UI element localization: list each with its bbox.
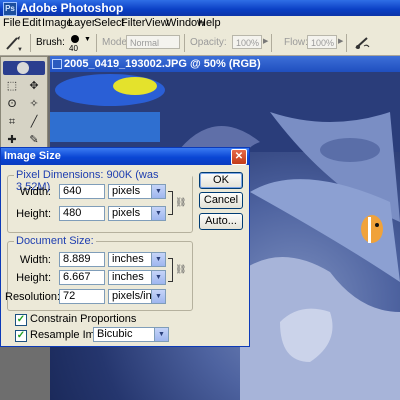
dialog-title-bar: Image Size ✕ — [1, 148, 249, 165]
doc-link-bracket — [168, 258, 173, 282]
doc-width-input[interactable]: 8.889 — [59, 252, 105, 267]
resample-image-checkbox[interactable]: ✓ — [15, 330, 27, 342]
menu-layer[interactable]: Layer — [68, 17, 96, 29]
doc-width-unit-value: inches — [112, 253, 144, 265]
menu-filter[interactable]: Filter — [121, 17, 145, 29]
doc-height-unit-value: inches — [112, 271, 144, 283]
doc-height-unit-select[interactable]: inches ▼ — [108, 270, 166, 285]
pixel-height-unit-select[interactable]: pixels ▼ — [108, 206, 166, 221]
resolution-input[interactable]: 72 — [59, 289, 105, 304]
menu-file[interactable]: File — [3, 17, 21, 29]
magic-wand-tool-icon[interactable]: ✧ — [27, 97, 41, 111]
pixel-width-unit-select[interactable]: pixels ▼ — [108, 184, 166, 199]
photoshop-app-icon: Ps — [3, 2, 17, 16]
chevron-down-icon: ▼ — [154, 328, 168, 341]
constrain-proportions-label: Constrain Proportions — [30, 313, 137, 325]
brush-size: 40 — [69, 44, 78, 53]
chevron-down-icon: ▼ — [151, 253, 165, 266]
image-size-dialog: Image Size ✕ Pixel Dimensions: 900K (was… — [0, 147, 250, 347]
menu-help[interactable]: Help — [198, 17, 221, 29]
close-button[interactable]: ✕ — [231, 149, 247, 165]
chevron-right-icon[interactable]: ▶ — [338, 37, 343, 45]
lasso-tool-icon[interactable]: ʘ — [5, 97, 19, 111]
ok-button[interactable]: OK — [199, 172, 243, 189]
toolbox-header — [3, 61, 45, 75]
document-title: 2005_0419_193002.JPG @ 50% (RGB) — [64, 58, 261, 70]
constrain-proportions-checkbox[interactable]: ✓ — [15, 314, 27, 326]
photoshop-eye-logo — [17, 62, 29, 74]
pixel-width-unit-value: pixels — [112, 185, 141, 197]
slice-tool-icon[interactable]: ╱ — [27, 115, 41, 129]
document-icon — [52, 59, 62, 69]
svg-text:▼: ▼ — [17, 47, 23, 52]
pixel-height-label: Height: — [16, 208, 51, 220]
options-separator — [271, 34, 272, 52]
pixel-link-bracket — [168, 191, 173, 215]
flow-value: 100% — [311, 38, 335, 48]
options-separator — [30, 34, 31, 52]
chevron-down-icon: ▼ — [151, 271, 165, 284]
pixel-width-label: Width: — [19, 186, 51, 198]
chevron-right-icon[interactable]: ▶ — [263, 37, 268, 45]
opacity-field[interactable]: 100% — [232, 35, 262, 49]
mode-value: Normal — [130, 38, 160, 48]
resample-method-value: Bicubic — [97, 328, 133, 340]
brush-tool-icon[interactable]: ✎ — [27, 133, 41, 147]
doc-width-unit-select[interactable]: inches ▼ — [108, 252, 166, 267]
chevron-down-icon: ▼ — [151, 290, 165, 303]
resolution-label: Resolution: — [5, 291, 61, 303]
options-bar: ▼ Brush: 40 ▼ Mode: Normal Opacity: 100%… — [0, 31, 400, 56]
chevron-down-icon: ▼ — [151, 207, 165, 220]
crop-tool-icon[interactable]: ⌗ — [5, 115, 19, 129]
options-separator — [346, 34, 347, 52]
flow-label: Flow: — [284, 37, 308, 48]
dialog-title: Image Size — [4, 150, 61, 162]
marquee-tool-icon[interactable]: ⬚ — [5, 79, 19, 93]
brush-label: Brush: — [36, 37, 65, 48]
move-tool-icon[interactable]: ✥ — [27, 79, 41, 93]
menu-bar: File Edit Image Layer Select Filter View… — [0, 16, 400, 32]
mode-select[interactable]: Normal — [126, 35, 180, 49]
chevron-down-icon: ▼ — [84, 36, 91, 43]
opacity-value: 100% — [236, 38, 260, 48]
brush-tool-preset-icon[interactable]: ▼ — [3, 34, 23, 53]
chain-link-icon: ⛓ — [175, 197, 187, 207]
chain-link-icon: ⛓ — [175, 264, 187, 274]
toolbox: ⬚ ✥ ʘ ✧ ⌗ ╱ ✚ ✎ — [0, 56, 48, 152]
brush-picker[interactable]: 40 ▼ — [67, 35, 91, 53]
resample-method-select[interactable]: Bicubic ▼ — [93, 327, 169, 342]
resolution-unit-select[interactable]: pixels/inch ▼ — [108, 289, 166, 304]
menu-edit[interactable]: Edit — [22, 17, 41, 29]
healing-brush-tool-icon[interactable]: ✚ — [5, 133, 19, 147]
airbrush-icon[interactable] — [352, 34, 372, 52]
pixel-height-unit-value: pixels — [112, 207, 141, 219]
cancel-button[interactable]: Cancel — [199, 192, 243, 209]
options-separator — [96, 34, 97, 52]
menu-select[interactable]: Select — [94, 17, 125, 29]
doc-width-label: Width: — [19, 254, 51, 266]
document-size-title: Document Size: — [14, 235, 96, 247]
doc-height-input[interactable]: 6.667 — [59, 270, 105, 285]
auto-button[interactable]: Auto... — [199, 213, 243, 230]
app-title-bar: Ps Adobe Photoshop — [0, 0, 400, 16]
brush-tip-icon — [71, 35, 79, 43]
opacity-label: Opacity: — [190, 37, 227, 48]
pixel-width-input[interactable]: 640 — [59, 184, 105, 199]
doc-height-label: Height: — [16, 272, 51, 284]
document-title-bar: 2005_0419_193002.JPG @ 50% (RGB) — [50, 56, 400, 72]
options-separator — [184, 34, 185, 52]
flow-field[interactable]: 100% — [307, 35, 337, 49]
chevron-down-icon: ▼ — [151, 185, 165, 198]
pixel-height-input[interactable]: 480 — [59, 206, 105, 221]
app-title: Adobe Photoshop — [20, 1, 124, 15]
